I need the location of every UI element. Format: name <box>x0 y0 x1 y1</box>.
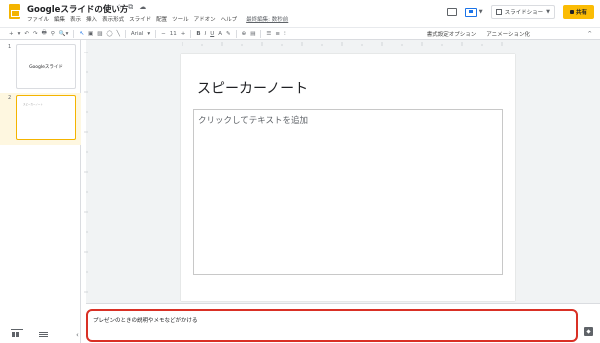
new-slide-layout-icon[interactable]: ▾ <box>18 31 21 37</box>
filmstrip-row-1: 1 Googleスライド <box>0 40 81 93</box>
format-options-button[interactable]: 書式設定オプション <box>427 30 477 38</box>
font-size-input[interactable]: 11 <box>170 31 177 37</box>
filmstrip-footer <box>0 326 81 343</box>
body-placeholder-box[interactable]: クリックしてテキストを追加 <box>193 109 503 275</box>
menu-edit[interactable]: 編集 <box>54 15 65 23</box>
current-slide[interactable]: スピーカーノート クリックしてテキストを追加 <box>181 54 515 301</box>
font-increase-icon[interactable]: + <box>181 31 186 37</box>
app-header: Googleスライドの使い方 ☆ ⧉ ☁ ファイル 編集 表示 挿入 表示形式 … <box>0 0 600 26</box>
lock-icon <box>569 10 574 14</box>
menu-help[interactable]: ヘルプ <box>221 15 238 23</box>
horizontal-ruler <box>182 42 503 46</box>
text-color-icon[interactable]: A <box>218 31 222 37</box>
explore-icon[interactable] <box>584 327 593 336</box>
undo-icon[interactable]: ↶ <box>24 31 29 37</box>
last-edit-link[interactable]: 最終編集: 数秒前 <box>246 15 288 23</box>
comment-icon[interactable]: ▤ <box>250 31 255 37</box>
redo-icon[interactable]: ↷ <box>33 31 38 37</box>
chevron-down-icon[interactable]: ▼ <box>546 9 550 15</box>
slide-title[interactable]: スピーカーノート <box>197 78 308 98</box>
slideshow-button[interactable]: スライドショー ▼ <box>490 5 555 19</box>
body-placeholder-text: クリックしてテキストを追加 <box>198 116 308 126</box>
divider <box>260 29 262 38</box>
link-icon[interactable]: ⊕ <box>242 31 247 37</box>
more-icon[interactable]: ⁝ <box>284 31 286 37</box>
comment-history-icon[interactable] <box>446 8 457 16</box>
select-cursor-icon[interactable]: ↖ <box>79 31 84 37</box>
align-icon[interactable]: ☰ <box>266 31 271 37</box>
menu-slide[interactable]: スライド <box>129 15 151 23</box>
title-icons: ☆ ⧉ ☁ <box>116 3 146 12</box>
cloud-status-icon[interactable]: ☁ <box>139 3 146 12</box>
filmstrip: 1 Googleスライド 2 スピーカーノート ‹ <box>0 40 81 343</box>
menu-file[interactable]: ファイル <box>27 15 49 23</box>
present-to-meeting-icon <box>464 7 477 17</box>
document-title[interactable]: Googleスライドの使い方 <box>27 3 128 15</box>
menu-bar: ファイル 編集 表示 挿入 表示形式 スライド 配置 ツール アドオン ヘルプ … <box>27 15 288 23</box>
divider <box>235 29 237 38</box>
text-box-icon[interactable]: ▣ <box>88 31 93 37</box>
divider <box>190 29 192 38</box>
zoom-icon[interactable]: 🔍▾ <box>59 31 69 37</box>
toolbar-right: 書式設定オプション アニメーション化 <box>427 30 530 38</box>
slides-logo-icon[interactable] <box>9 4 20 19</box>
grid-view-icon[interactable] <box>39 332 48 337</box>
slide-thumbnail-2[interactable]: スピーカーノート <box>16 95 76 140</box>
filmstrip-view-icon[interactable] <box>12 332 19 337</box>
slide-thumbnail-1[interactable]: Googleスライド <box>16 44 76 89</box>
header-actions: ▼ スライドショー ▼ 共有 <box>446 5 594 19</box>
toolbar: + ▾ ↶ ↷ 🖶 ⚲ 🔍▾ ↖ ▣ ▨ ◯ ╲ Arial ▾ − 11 + … <box>0 27 600 40</box>
chevron-down-icon[interactable]: ▾ <box>147 31 150 37</box>
slide-number: 2 <box>8 95 12 101</box>
speaker-notes-text[interactable]: プレゼンのときの説明やメモなどがかける <box>93 316 198 324</box>
divider <box>124 29 126 38</box>
italic-icon[interactable]: I <box>205 31 207 37</box>
bold-icon[interactable]: B <box>196 31 200 37</box>
slide-number: 1 <box>8 44 12 50</box>
menu-arrange[interactable]: 配置 <box>156 15 167 23</box>
new-slide-icon[interactable]: + <box>9 31 14 37</box>
chevron-down-icon: ▼ <box>478 9 483 15</box>
filmstrip-row-2: 2 スピーカーノート <box>0 93 81 145</box>
slideshow-label: スライドショー <box>504 10 544 16</box>
share-button[interactable]: 共有 <box>562 5 594 19</box>
image-icon[interactable]: ▨ <box>97 31 102 37</box>
thumbnail-text: スピーカーノート <box>23 103 43 106</box>
thumbnail-title: Googleスライド <box>29 65 63 70</box>
slideshow-icon <box>495 9 502 15</box>
menu-format[interactable]: 表示形式 <box>102 15 124 23</box>
paint-format-icon[interactable]: ⚲ <box>51 31 55 37</box>
move-to-folder-icon[interactable]: ⧉ <box>128 3 133 12</box>
shape-icon[interactable]: ◯ <box>106 31 112 37</box>
underline-icon[interactable]: U <box>210 31 214 37</box>
menu-addons[interactable]: アドオン <box>194 15 216 23</box>
highlight-color-icon[interactable]: ✎ <box>226 31 231 37</box>
notes-highlight-annotation <box>86 309 578 342</box>
divider <box>155 29 157 38</box>
collapse-filmstrip-icon[interactable]: ‹ <box>76 331 79 339</box>
print-icon[interactable]: 🖶 <box>42 29 47 38</box>
animate-button[interactable]: アニメーション化 <box>486 30 530 38</box>
vertical-ruler <box>84 52 88 293</box>
share-label: 共有 <box>575 10 587 16</box>
line-icon[interactable]: ╲ <box>117 31 120 37</box>
font-family-select[interactable]: Arial <box>131 31 143 37</box>
star-icon[interactable]: ☆ <box>116 3 122 12</box>
menu-insert[interactable]: 挿入 <box>86 15 97 23</box>
menu-view[interactable]: 表示 <box>70 15 81 23</box>
font-decrease-icon[interactable]: − <box>161 31 166 37</box>
meet-button[interactable]: ▼ <box>464 7 483 17</box>
line-spacing-icon[interactable]: ≡ <box>275 31 280 37</box>
collapse-toolbar-icon[interactable]: ^ <box>587 31 592 37</box>
menu-tools[interactable]: ツール <box>172 15 189 23</box>
divider <box>73 29 75 38</box>
